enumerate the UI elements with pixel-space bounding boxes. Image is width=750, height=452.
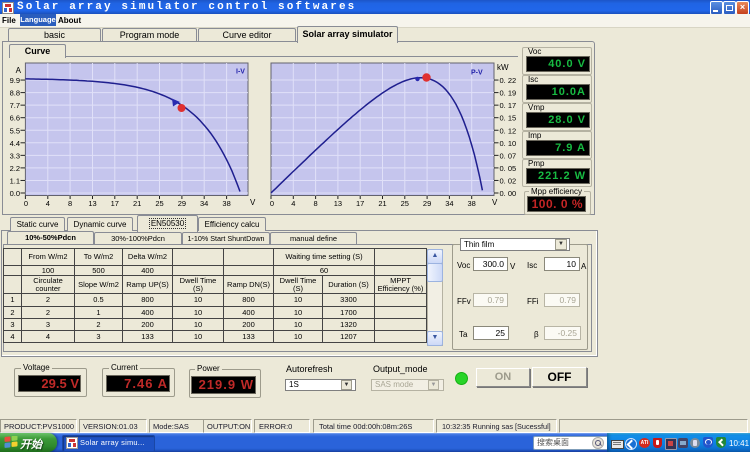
svg-text:P-V: P-V — [471, 70, 483, 77]
svg-text:25: 25 — [155, 199, 163, 208]
svg-text:2.2: 2.2 — [10, 164, 20, 173]
svg-text:29: 29 — [423, 199, 431, 208]
svg-text:21: 21 — [133, 199, 141, 208]
svg-text:8: 8 — [314, 199, 318, 208]
svg-text:17: 17 — [111, 199, 119, 208]
svg-text:1.1: 1.1 — [10, 177, 20, 186]
svg-text:0. 19: 0. 19 — [500, 89, 517, 98]
svg-text:34: 34 — [200, 199, 208, 208]
svg-text:5.5: 5.5 — [10, 126, 20, 135]
svg-text:A: A — [16, 66, 22, 75]
svg-text:4.4: 4.4 — [10, 139, 20, 148]
svg-text:3.3: 3.3 — [10, 151, 20, 160]
svg-text:0: 0 — [24, 199, 28, 208]
svg-text:0: 0 — [270, 199, 274, 208]
svg-text:0. 17: 0. 17 — [500, 101, 517, 110]
svg-text:I-V: I-V — [236, 69, 245, 76]
svg-text:7.7: 7.7 — [10, 101, 20, 110]
svg-text:0. 15: 0. 15 — [500, 114, 517, 123]
svg-text:0.0: 0.0 — [10, 189, 20, 198]
svg-text:25: 25 — [401, 199, 409, 208]
svg-text:38: 38 — [468, 199, 476, 208]
svg-text:0. 05: 0. 05 — [500, 164, 517, 173]
svg-text:0. 22: 0. 22 — [500, 76, 517, 85]
svg-text:0. 07: 0. 07 — [500, 151, 517, 160]
svg-text:34: 34 — [445, 199, 453, 208]
svg-text:4: 4 — [46, 199, 50, 208]
svg-text:0. 12: 0. 12 — [500, 126, 517, 135]
svg-text:8: 8 — [68, 199, 72, 208]
svg-text:38: 38 — [222, 199, 230, 208]
svg-text:17: 17 — [356, 199, 364, 208]
svg-text:V: V — [250, 198, 256, 207]
svg-text:4: 4 — [291, 199, 295, 208]
svg-text:13: 13 — [334, 199, 342, 208]
svg-text:8.8: 8.8 — [10, 89, 20, 98]
svg-text:0. 10: 0. 10 — [500, 139, 517, 148]
svg-text:0. 02: 0. 02 — [500, 177, 517, 186]
svg-text:9.9: 9.9 — [10, 76, 20, 85]
svg-text:kW: kW — [497, 63, 509, 72]
svg-text:6.6: 6.6 — [10, 114, 20, 123]
svg-text:0. 00: 0. 00 — [500, 189, 517, 198]
svg-text:29: 29 — [178, 199, 186, 208]
svg-text:21: 21 — [378, 199, 386, 208]
svg-text:V: V — [492, 198, 498, 207]
svg-text:13: 13 — [88, 199, 96, 208]
